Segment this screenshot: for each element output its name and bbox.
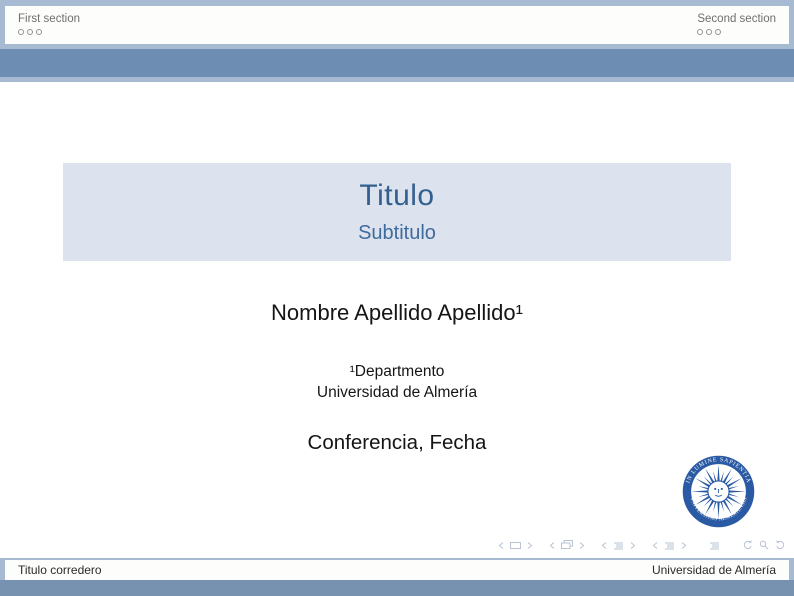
prev-frame-icon[interactable] bbox=[548, 540, 556, 551]
prev-slide-icon[interactable] bbox=[497, 540, 505, 551]
miniframe-dots-second bbox=[697, 29, 776, 35]
section-link-second[interactable]: Second section bbox=[697, 13, 776, 25]
nav-group-appendix bbox=[708, 540, 721, 551]
footer-bar: Titulo corredero Universidad de Almería bbox=[5, 560, 789, 580]
miniframe-dot[interactable] bbox=[27, 29, 33, 35]
next-frame-icon[interactable] bbox=[578, 540, 586, 551]
section-icon[interactable] bbox=[663, 540, 676, 551]
footer-short-title: Titulo corredero bbox=[18, 563, 102, 577]
next-slide-icon[interactable] bbox=[526, 540, 534, 551]
nav-group-frame bbox=[548, 539, 586, 551]
university-seal-logo: IN LUMINE SAPIENTIA VNIVERSITAS ALMERIEN… bbox=[682, 455, 755, 528]
presentation-title: Titulo bbox=[63, 179, 731, 213]
header-right-band bbox=[789, 0, 794, 44]
miniframe-dot[interactable] bbox=[715, 29, 721, 35]
section-nav-first: First section bbox=[18, 13, 80, 44]
footer-right-band bbox=[789, 558, 794, 580]
prev-subsection-icon[interactable] bbox=[600, 540, 608, 551]
headline-bar: First section Second section bbox=[5, 6, 789, 44]
section-link-first[interactable]: First section bbox=[18, 13, 80, 25]
title-block: Titulo Subtitulo bbox=[63, 163, 731, 261]
miniframe-dot[interactable] bbox=[36, 29, 42, 35]
forward-icon[interactable] bbox=[774, 539, 787, 551]
institute-department: ¹Departmento bbox=[0, 361, 794, 382]
miniframe-dot[interactable] bbox=[697, 29, 703, 35]
beamer-navigation-bar bbox=[483, 539, 787, 551]
institute-university: Universidad de Almería bbox=[0, 382, 794, 403]
institute-block: ¹Departmento Universidad de Almería bbox=[0, 361, 794, 403]
nav-group-section bbox=[651, 540, 688, 551]
appendix-icon[interactable] bbox=[708, 540, 721, 551]
back-icon[interactable] bbox=[741, 539, 754, 551]
nav-group-slide bbox=[497, 540, 534, 551]
bottom-accent-bar bbox=[0, 580, 794, 596]
conference-date: Conferencia, Fecha bbox=[0, 431, 794, 455]
next-subsection-icon[interactable] bbox=[629, 540, 637, 551]
beamer-title-slide: First section Second section Titulo Subt… bbox=[0, 0, 794, 596]
frame-title-bar bbox=[0, 44, 794, 82]
nav-group-history bbox=[741, 539, 787, 551]
nav-group-subsection bbox=[600, 540, 637, 551]
miniframe-dot[interactable] bbox=[706, 29, 712, 35]
subsection-icon[interactable] bbox=[612, 540, 625, 551]
miniframe-dots-first bbox=[18, 29, 80, 35]
frame-icon[interactable] bbox=[560, 539, 574, 551]
slide-icon[interactable] bbox=[509, 540, 522, 551]
prev-section-icon[interactable] bbox=[651, 540, 659, 551]
presentation-subtitle: Subtitulo bbox=[63, 222, 731, 245]
author-name: Nombre Apellido Apellido¹ bbox=[0, 300, 794, 326]
find-icon[interactable] bbox=[758, 539, 770, 551]
footer-institution: Universidad de Almería bbox=[652, 563, 776, 577]
section-nav-second: Second section bbox=[697, 13, 776, 44]
next-section-icon[interactable] bbox=[680, 540, 688, 551]
miniframe-dot[interactable] bbox=[18, 29, 24, 35]
